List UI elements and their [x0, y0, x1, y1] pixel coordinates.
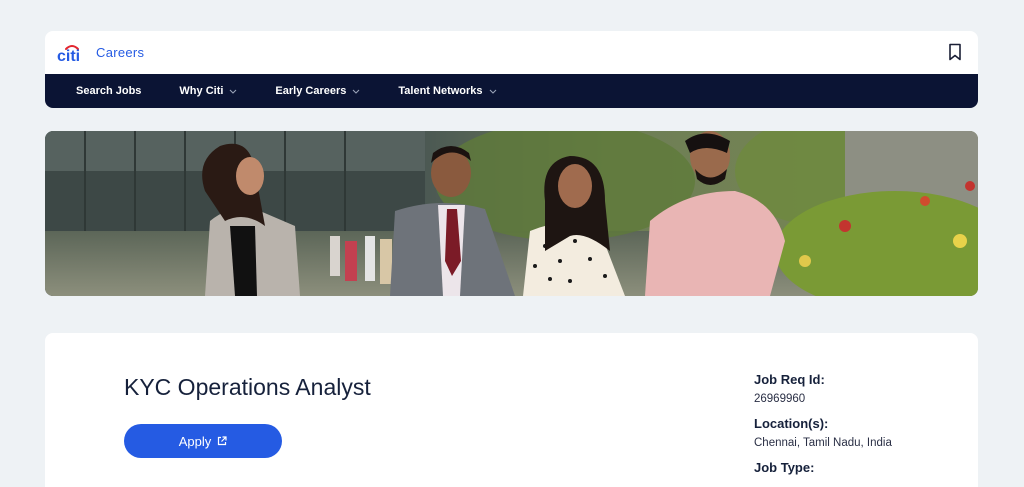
nav-item-label: Why Citi: [179, 85, 224, 97]
nav-item-talent-networks[interactable]: Talent Networks: [398, 85, 496, 97]
careers-link[interactable]: Careers: [96, 45, 144, 60]
apply-button-label: Apply: [178, 433, 212, 449]
job-type-label: Job Type:: [754, 460, 815, 475]
hero-banner-image: [45, 131, 978, 296]
brand-row: citi Careers: [45, 31, 978, 74]
job-meta: Job Req Id: 26969960 Location(s): Chenna…: [754, 372, 964, 481]
chevron-down-icon: [352, 89, 360, 94]
nav-item-label: Early Careers: [275, 85, 347, 97]
chevron-down-icon: [489, 89, 496, 94]
nav-item-label: Search Jobs: [76, 85, 142, 97]
main-nav: Search Jobs Why Citi Early Careers Talen…: [45, 74, 978, 108]
nav-item-why-citi[interactable]: Why Citi: [179, 85, 237, 97]
svg-text:citi: citi: [57, 48, 80, 64]
location-label: Location(s):: [754, 416, 829, 431]
citi-logo[interactable]: citi: [57, 42, 87, 64]
external-link-icon: [218, 436, 227, 446]
bookmark-icon[interactable]: [948, 43, 962, 61]
job-title: KYC Operations Analyst: [124, 374, 371, 400]
nav-item-label: Talent Networks: [398, 85, 483, 97]
location-value: Chennai, Tamil Nadu, India: [754, 437, 892, 449]
nav-item-search-jobs[interactable]: Search Jobs: [76, 85, 141, 97]
job-details-card: KYC Operations Analyst Apply Job Req Id:…: [45, 333, 978, 487]
apply-button[interactable]: Apply: [124, 424, 282, 458]
job-req-id-value: 26969960: [754, 393, 806, 405]
nav-item-early-careers[interactable]: Early Careers: [275, 85, 360, 97]
citi-logo-mark: citi: [57, 45, 80, 64]
site-header: citi Careers Search Jobs Why Citi Early …: [45, 31, 978, 108]
job-req-id-label: Job Req Id:: [754, 372, 825, 387]
chevron-down-icon: [230, 89, 237, 94]
hero-photo-people-walking: [45, 131, 978, 296]
